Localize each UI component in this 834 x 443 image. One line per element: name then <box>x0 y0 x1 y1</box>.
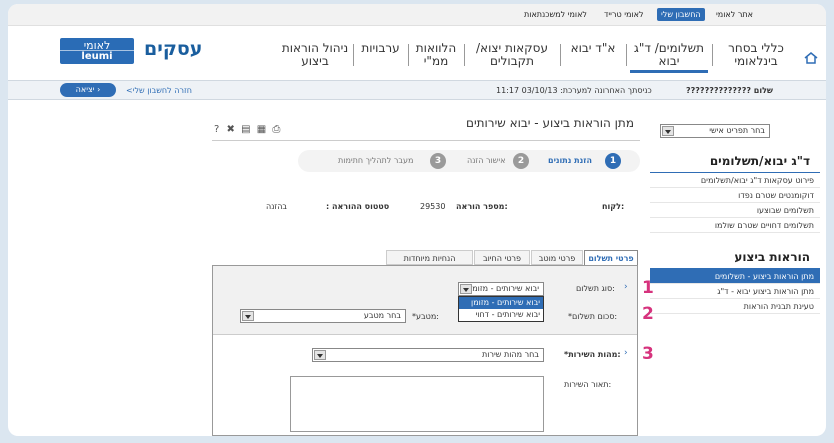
chevron-right-icon: › <box>624 282 628 292</box>
form-divider <box>213 334 637 335</box>
form-top-band <box>213 266 637 334</box>
nav-loans[interactable]: הלוואות ממ"י <box>412 42 460 68</box>
payment-type-select[interactable]: יבוא שירותים - מזומ <box>458 282 544 296</box>
step-1-label: הזנת נתונים <box>548 156 592 165</box>
tab-special-instructions[interactable]: הנחיות מיוחדות <box>386 250 473 265</box>
nav-separator <box>408 44 409 66</box>
back-to-account-link[interactable]: <חזרה לחשבון שלי <box>126 86 192 95</box>
nav-import-ad[interactable]: א"ד יבוא <box>564 42 622 55</box>
annotation-3: 3 <box>642 344 654 364</box>
sidebar-section-payments: ד"ג יבוא/תשלומים פירוט עסקאות ד"ג יבוא/ת… <box>650 154 820 233</box>
currency-label: *מטבע: <box>412 312 439 321</box>
nav-execution-orders[interactable]: ניהול הוראות ביצוע <box>281 42 349 68</box>
sidebar-section-title: הוראות ביצוע <box>734 250 810 264</box>
title-divider <box>212 140 640 141</box>
amount-label: *סכום תשלום: <box>568 312 618 321</box>
excel-icon[interactable]: ✖ <box>227 124 235 135</box>
order-number-value: 29530 <box>420 202 446 211</box>
last-login-text: כניסתך האחרונה למערכת: 03/10/13 11:17 <box>496 86 652 95</box>
sidebar-item-load-template[interactable]: טעינת תבנית הוראות <box>650 299 820 314</box>
calculator-icon[interactable]: ▦ <box>257 124 266 135</box>
chevron-down-icon[interactable] <box>460 284 472 294</box>
payment-type-dropdown: יבוא שירותים - מזומן יבוא שירותים - דחוי <box>458 296 544 322</box>
link-leumi-site[interactable]: אתר לאומי <box>716 10 753 19</box>
top-utility-bar: לאומי למשכנתאות לאומי טרייד החשבון שלי א… <box>8 4 826 26</box>
toolbar: ? ✖ ▤ ▦ ⎙ <box>214 124 280 135</box>
order-number-label: מספר הוראה: <box>456 202 508 211</box>
dropdown-option-cash[interactable]: יבוא שירותים - מזומן <box>459 297 543 309</box>
leumi-logo[interactable]: לאומי leumi <box>60 38 134 64</box>
step-2-circle: 2 <box>513 153 529 169</box>
sidebar-item-orders-payments[interactable]: מתן הוראות ביצוע - תשלומים <box>650 269 820 284</box>
home-icon[interactable] <box>804 52 818 64</box>
sidebar-item-documents[interactable]: דוקומנטים שטרם נפדו <box>650 188 820 203</box>
save-icon[interactable]: ▤ <box>241 124 250 135</box>
nav-separator <box>712 44 713 66</box>
tab-charge-details[interactable]: פרטי החיוב <box>474 250 530 265</box>
personal-menu-select[interactable]: בחר תפריט אישי <box>660 124 770 138</box>
currency-select[interactable]: בחר מטבע <box>240 309 406 323</box>
link-mortgage[interactable]: לאומי למשכנתאות <box>524 10 587 19</box>
greeting-text: שלום ?????????????? <box>686 86 773 95</box>
tab-payment-details[interactable]: פרטי תשלום <box>584 250 638 266</box>
payment-type-label: סוג תשלום: <box>576 284 615 293</box>
print-icon[interactable]: ⎙ <box>272 124 280 135</box>
sidebar-item-orders-import[interactable]: מתן הוראות ביצוע יבוא - ד"ג <box>650 284 820 299</box>
step-3-circle: 3 <box>430 153 446 169</box>
link-trade[interactable]: לאומי טרייד <box>604 10 644 19</box>
step-2-label: אישור הזנה <box>467 156 506 165</box>
step-1-circle: 1 <box>605 153 621 169</box>
link-my-account[interactable]: החשבון שלי <box>657 8 705 21</box>
nav-separator <box>626 44 627 66</box>
help-icon[interactable]: ? <box>214 124 219 135</box>
nav-export[interactable]: עסקאות יצוא/ תקבולים <box>468 42 556 68</box>
chevron-down-icon[interactable] <box>242 311 254 321</box>
chevron-right-icon: › <box>624 348 628 358</box>
sidebar-item-transactions[interactable]: פירוט עסקאות ד"ג יבוא/תשלומים <box>650 173 820 188</box>
nav-payments-import[interactable]: תשלומים/ ד"ג יבוא <box>630 42 708 73</box>
logo-english: leumi <box>81 51 113 62</box>
chevron-down-icon[interactable] <box>314 350 326 360</box>
sidebar-section-orders: הוראות ביצוע מתן הוראות ביצוע - תשלומים … <box>650 250 820 314</box>
status-label: סטטוס ההוראה : <box>326 202 390 211</box>
nav-separator <box>464 44 465 66</box>
service-description-textarea[interactable] <box>290 376 544 432</box>
step-3-label: מעבר לתהליך חתימות <box>338 156 414 165</box>
browser-frame: לאומי למשכנתאות לאומי טרייד החשבון שלי א… <box>8 4 826 436</box>
service-label: *מהות השירות: <box>564 350 621 359</box>
sidebar-item-executed-payments[interactable]: תשלומים שבוצעו <box>650 203 820 218</box>
page-title: מתן הוראות ביצוע - יבוא שירותים <box>466 116 634 130</box>
tab-beneficiary-details[interactable]: פרטי מוטב <box>531 250 583 265</box>
service-select[interactable]: בחר מהות שירות <box>312 348 544 362</box>
status-value: בהזנה <box>266 202 288 211</box>
dropdown-option-deferred[interactable]: יבוא שירותים - דחוי <box>459 309 543 321</box>
exit-button[interactable]: יציאה › <box>60 83 116 97</box>
sidebar-item-deferred-payments[interactable]: תשלומים דחויים שטרם שולמו <box>650 218 820 233</box>
service-description-label: תאור השירות: <box>564 380 612 389</box>
brand-name: עסקים <box>144 38 203 60</box>
sidebar-section-title: ד"ג יבוא/תשלומים <box>709 154 810 168</box>
nav-general-trade[interactable]: כללי בסחר בינלאומי <box>716 42 796 68</box>
nav-separator <box>560 44 561 66</box>
nav-guarantees[interactable]: ערבויות <box>358 42 403 55</box>
customer-label: לקוח: <box>602 202 625 211</box>
chevron-down-icon[interactable] <box>662 126 674 136</box>
nav-separator <box>353 44 354 66</box>
